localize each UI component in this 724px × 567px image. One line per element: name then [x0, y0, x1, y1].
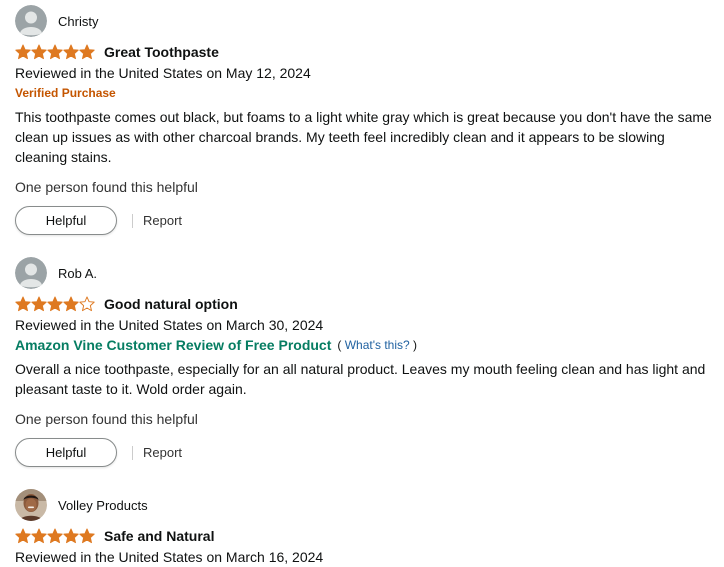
star-filled-icon: [63, 44, 79, 60]
star-filled-icon: [47, 528, 63, 544]
reviewer-profile[interactable]: Christy: [15, 5, 715, 37]
star-filled-icon: [63, 296, 79, 312]
helpful-button[interactable]: Helpful: [15, 438, 117, 467]
star-filled-icon: [47, 44, 63, 60]
review-date: Reviewed in the United States on March 3…: [15, 317, 324, 333]
photo-avatar-icon: [15, 489, 47, 521]
review-date: Reviewed in the United States on March 1…: [15, 549, 324, 565]
default-avatar-icon: [15, 5, 47, 37]
review-body: Overall a nice toothpaste, especially fo…: [15, 361, 706, 397]
verified-purchase-badge: Verified Purchase: [15, 86, 116, 100]
review-title[interactable]: Good natural option: [104, 296, 238, 312]
action-divider: [132, 213, 133, 228]
vine-paren-close: ): [413, 338, 418, 352]
vine-whats-this-link[interactable]: What's this?: [345, 338, 410, 352]
star-filled-icon: [15, 528, 31, 544]
review-title[interactable]: Safe and Natural: [104, 528, 214, 544]
vine-label: Amazon Vine Customer Review of Free Prod…: [15, 337, 332, 353]
reviewer-name: Rob A.: [58, 265, 98, 281]
report-link[interactable]: Report: [143, 213, 182, 228]
vine-whats-this: ( What's this? ): [337, 335, 417, 355]
star-filled-icon: [15, 44, 31, 60]
star-filled-icon: [79, 528, 95, 544]
default-avatar-icon: [15, 257, 47, 289]
star-filled-icon: [63, 528, 79, 544]
star-filled-icon: [31, 44, 47, 60]
review-date: Reviewed in the United States on May 12,…: [15, 65, 311, 81]
helpful-button[interactable]: Helpful: [15, 206, 117, 235]
helpful-count: One person found this helpful: [15, 179, 198, 195]
vine-review-badge: Amazon Vine Customer Review of Free Prod…: [15, 335, 715, 355]
action-divider: [132, 445, 133, 460]
reviewer-name: Volley Products: [58, 497, 148, 513]
review-3: Volley Products Safe and Natural Reviewe…: [15, 489, 715, 567]
review-2: Rob A. Good natural option Reviewed in t…: [15, 257, 715, 467]
star-rating[interactable]: [15, 528, 95, 544]
review-1: Christy Great Toothpaste Reviewed in the…: [15, 5, 715, 235]
reviewer-name: Christy: [58, 13, 99, 29]
star-filled-icon: [79, 44, 95, 60]
helpful-count: One person found this helpful: [15, 411, 198, 427]
star-rating[interactable]: [15, 296, 95, 312]
star-filled-icon: [15, 296, 31, 312]
review-title[interactable]: Great Toothpaste: [104, 44, 219, 60]
vine-paren-open: (: [337, 338, 342, 352]
star-filled-icon: [31, 528, 47, 544]
report-link[interactable]: Report: [143, 445, 182, 460]
reviewer-profile[interactable]: Rob A.: [15, 257, 715, 289]
star-filled-icon: [47, 296, 63, 312]
star-empty-icon: [79, 296, 95, 312]
review-body: This toothpaste comes out black, but foa…: [15, 109, 712, 165]
reviewer-profile[interactable]: Volley Products: [15, 489, 715, 521]
star-rating[interactable]: [15, 44, 95, 60]
star-filled-icon: [31, 296, 47, 312]
